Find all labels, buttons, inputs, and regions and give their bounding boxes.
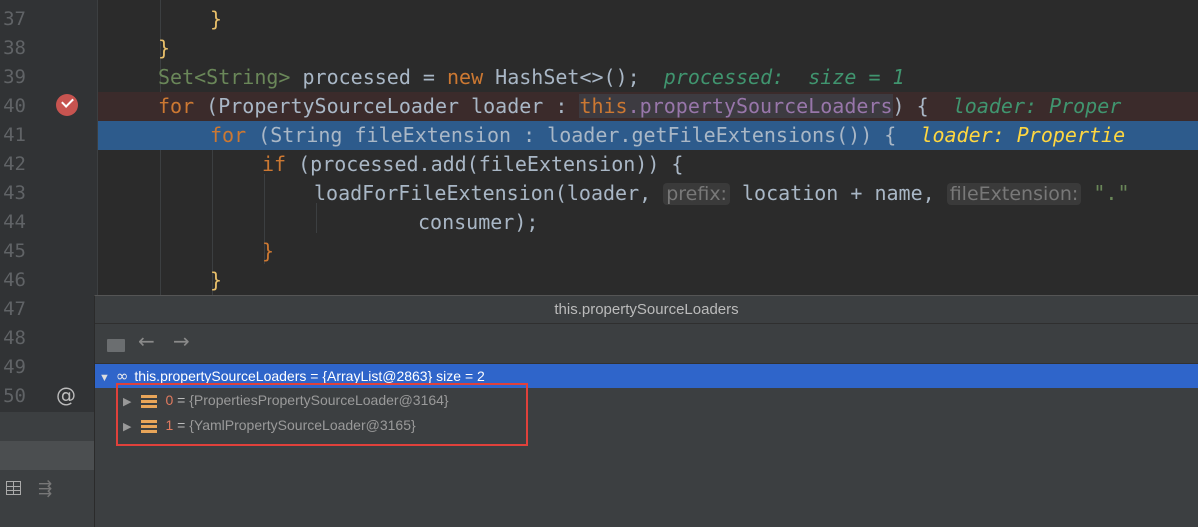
popup-toolbar: ← → (95, 325, 1198, 361)
line-number: 38 (3, 37, 26, 59)
tree-root-label: this.propertySourceLoaders = {ArrayList@… (134, 368, 485, 384)
line-number: 49 (3, 356, 26, 378)
code-line-41-current: for (String fileExtension : loader.getFi… (98, 121, 1198, 150)
line-number: 37 (3, 8, 26, 30)
popup-title: this.propertySourceLoaders (95, 296, 1198, 324)
debug-tab[interactable] (0, 441, 94, 470)
line-number: 50 (3, 385, 26, 407)
line-number: 41 (3, 124, 26, 146)
line-number: 42 (3, 153, 26, 175)
line-number: 39 (3, 66, 26, 88)
code-line-44: consumer); (418, 210, 539, 234)
code-line-46: } (210, 268, 223, 292)
back-arrow-icon[interactable]: ← (138, 329, 155, 353)
code-editor[interactable]: } } Set<String> processed = new HashSet<… (98, 0, 1198, 295)
param-hint-prefix: prefix: (663, 183, 730, 205)
layout-icon[interactable]: ⇶ (38, 479, 52, 499)
code-line-40: for (PropertySourceLoader loader : this.… (98, 92, 1198, 121)
line-number: 45 (3, 240, 26, 262)
breakpoint-icon[interactable] (56, 94, 78, 116)
folder-icon[interactable] (107, 339, 125, 352)
code-line-42: if (processed.add(fileExtension)) { (262, 152, 684, 176)
code-line-38: } (158, 36, 171, 60)
line-number: 43 (3, 182, 26, 204)
code-line-43: loadForFileExtension(loader, prefix: loc… (314, 181, 1130, 205)
line-number: 48 (3, 327, 26, 349)
code-line-37: } (210, 7, 223, 31)
override-icon[interactable]: @ (56, 383, 76, 407)
table-icon[interactable] (6, 481, 21, 495)
code-line-45: } (262, 239, 275, 263)
line-number: 44 (3, 211, 26, 233)
code-line-39: Set<String> processed = new HashSet<>();… (158, 65, 905, 89)
line-number: 47 (3, 298, 26, 320)
forward-arrow-icon[interactable]: → (173, 329, 190, 353)
param-hint-file-extension: fileExtension: (946, 183, 1082, 205)
collapse-icon[interactable]: ▼ (99, 366, 110, 390)
line-number: 40 (3, 95, 26, 117)
highlight-annotation-box (116, 383, 528, 446)
line-number: 46 (3, 269, 26, 291)
